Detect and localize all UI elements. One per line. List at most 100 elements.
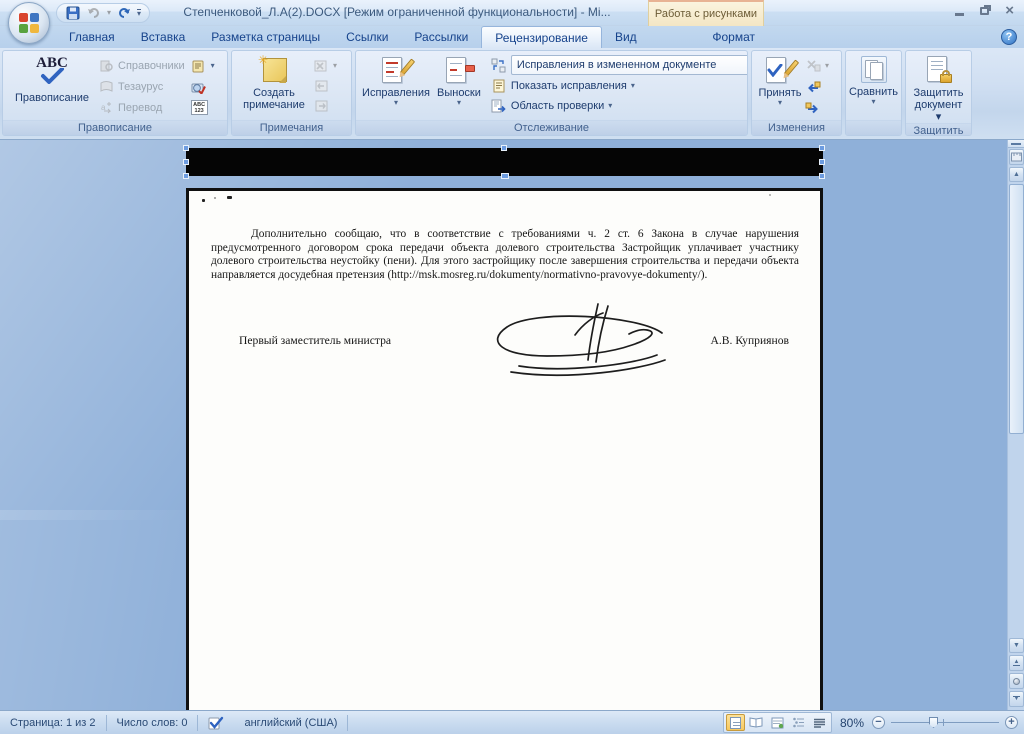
tab-format[interactable]: Формат: [678, 26, 790, 48]
draft-view-button[interactable]: [810, 714, 829, 731]
reviewing-pane-button[interactable]: Область проверки ▾: [491, 96, 748, 116]
next-page-button[interactable]: ▼: [1009, 691, 1024, 707]
tab-home[interactable]: Главная: [56, 26, 128, 48]
zoom-slider-thumb[interactable]: [929, 717, 938, 728]
group-label-tracking[interactable]: Отслеживание: [356, 120, 747, 135]
translate-icon: a: [98, 100, 114, 116]
group-label-changes[interactable]: Изменения: [752, 120, 841, 135]
accept-button[interactable]: Принять ▾: [755, 53, 805, 120]
group-label-protect[interactable]: Защитить: [906, 123, 971, 136]
vertical-scrollbar[interactable]: ▲ ▼ ▲ ▼: [1007, 140, 1024, 710]
translation-screentip-button[interactable]: ▾: [191, 56, 215, 76]
accept-icon: [765, 56, 795, 84]
show-markup-icon: [491, 78, 507, 94]
previous-page-button[interactable]: ▲: [1009, 655, 1024, 671]
outline-view-button[interactable]: [789, 714, 808, 731]
compare-button[interactable]: Сравнить ▾: [845, 53, 902, 120]
status-bar: Страница: 1 из 2 Число слов: 0 английски…: [0, 710, 1024, 734]
zoom-out-icon[interactable]: −: [872, 716, 885, 729]
qat-customize-icon[interactable]: ▾: [137, 9, 141, 18]
new-comment-button[interactable]: ✳ Создать примечание: [235, 53, 313, 120]
scroll-down-icon[interactable]: ▼: [1009, 638, 1024, 653]
reviewing-pane-icon: [491, 98, 507, 114]
balloons-dropdown-icon: ▾: [457, 99, 461, 107]
selection-handle[interactable]: [183, 145, 189, 151]
next-comment-button: [313, 97, 337, 117]
next-change-button[interactable]: [805, 98, 829, 118]
zoom-in-icon[interactable]: +: [1005, 716, 1018, 729]
track-changes-button[interactable]: Исправления ▾: [359, 53, 433, 120]
delete-comment-button: ▾: [313, 56, 337, 76]
track-changes-dropdown-icon: ▾: [394, 99, 398, 107]
track-changes-icon: [381, 56, 411, 84]
zoom-slider[interactable]: [891, 716, 999, 729]
protect-document-button[interactable]: Защитить документ ▾: [909, 53, 968, 123]
undo-icon: [86, 5, 102, 21]
group-label-proofing[interactable]: Правописание: [3, 120, 227, 135]
restore-button[interactable]: [980, 7, 989, 15]
proofing-status-icon[interactable]: [198, 715, 234, 731]
tab-insert[interactable]: Вставка: [128, 26, 199, 48]
scan-speck: [202, 199, 205, 202]
split-handle[interactable]: [1008, 140, 1024, 148]
group-label-compare[interactable]: [846, 120, 901, 135]
accept-dropdown-icon: ▾: [778, 99, 782, 107]
selection-handle[interactable]: [501, 145, 507, 151]
office-button[interactable]: [8, 2, 50, 44]
select-browse-object-button[interactable]: [1009, 673, 1024, 689]
close-button[interactable]: ×: [1005, 6, 1014, 16]
group-changes: Принять ▾ ▾ Изменения: [751, 50, 842, 136]
group-compare: Сравнить ▾: [845, 50, 902, 136]
show-markup-button[interactable]: Показать исправления ▾: [491, 76, 748, 96]
tab-mailings[interactable]: Рассылки: [401, 26, 481, 48]
set-language-button[interactable]: [191, 77, 215, 97]
word-window: ▾ ▾ Степченковой_Л.А(2).DOCX [Режим огра…: [0, 0, 1024, 734]
page-indicator[interactable]: Страница: 1 из 2: [0, 715, 106, 731]
print-layout-view-button[interactable]: [726, 714, 745, 731]
document-workspace: Дополнительно сообщаю, что в соответстви…: [0, 140, 1024, 710]
tab-page-layout[interactable]: Разметка страницы: [198, 26, 333, 48]
language-indicator[interactable]: английский (США): [234, 715, 347, 731]
reject-icon: [805, 58, 821, 74]
balloons-button[interactable]: Выноски ▾: [433, 53, 485, 120]
word-count-button[interactable]: ABC 123: [191, 98, 215, 118]
display-for-review-combobox[interactable]: Исправления в измененном документе ▾: [511, 55, 748, 75]
full-screen-reading-view-button[interactable]: [747, 714, 766, 731]
selection-handle[interactable]: [183, 173, 189, 179]
selection-handle[interactable]: [819, 159, 825, 165]
selection-handle[interactable]: [819, 145, 825, 151]
research-button: Справочники: [98, 56, 185, 76]
signature-scribble: [479, 303, 679, 383]
selection-handle[interactable]: [819, 173, 825, 179]
ruler-toggle-button[interactable]: [1009, 149, 1024, 165]
group-protect: Защитить документ ▾ Защитить: [905, 50, 972, 136]
scrollbar-thumb[interactable]: [1009, 184, 1024, 434]
web-layout-view-button[interactable]: [768, 714, 787, 731]
previous-change-button[interactable]: [805, 77, 829, 97]
reject-button: ▾: [805, 56, 829, 76]
selected-picture[interactable]: [186, 148, 823, 176]
document-page[interactable]: Дополнительно сообщаю, что в соответстви…: [186, 188, 823, 710]
word-count-indicator[interactable]: Число слов: 0: [107, 715, 198, 731]
save-icon[interactable]: [65, 5, 81, 21]
quick-access-toolbar: ▾ ▾: [56, 3, 150, 23]
tab-review[interactable]: Рецензирование: [481, 26, 602, 48]
group-label-comments[interactable]: Примечания: [232, 120, 351, 135]
office-logo-icon: [19, 13, 39, 33]
scroll-up-icon[interactable]: ▲: [1009, 167, 1024, 182]
spelling-button[interactable]: ABC Правописание: [6, 53, 98, 120]
compare-icon: [861, 56, 887, 83]
tab-references[interactable]: Ссылки: [333, 26, 401, 48]
language-icon: [191, 79, 207, 95]
protect-document-icon: [925, 56, 953, 84]
selection-handle[interactable]: [501, 173, 509, 179]
selection-handle[interactable]: [183, 159, 189, 165]
tab-view[interactable]: Вид: [602, 26, 650, 48]
redo-icon[interactable]: [116, 5, 132, 21]
help-icon[interactable]: ?: [1001, 29, 1017, 45]
thesaurus-button: Тезаурус: [98, 77, 185, 97]
minimize-button[interactable]: [955, 13, 964, 16]
zoom-level[interactable]: 80%: [840, 716, 864, 730]
balloons-icon: [444, 56, 474, 84]
letter-paragraph: Дополнительно сообщаю, что в соответстви…: [189, 228, 820, 283]
